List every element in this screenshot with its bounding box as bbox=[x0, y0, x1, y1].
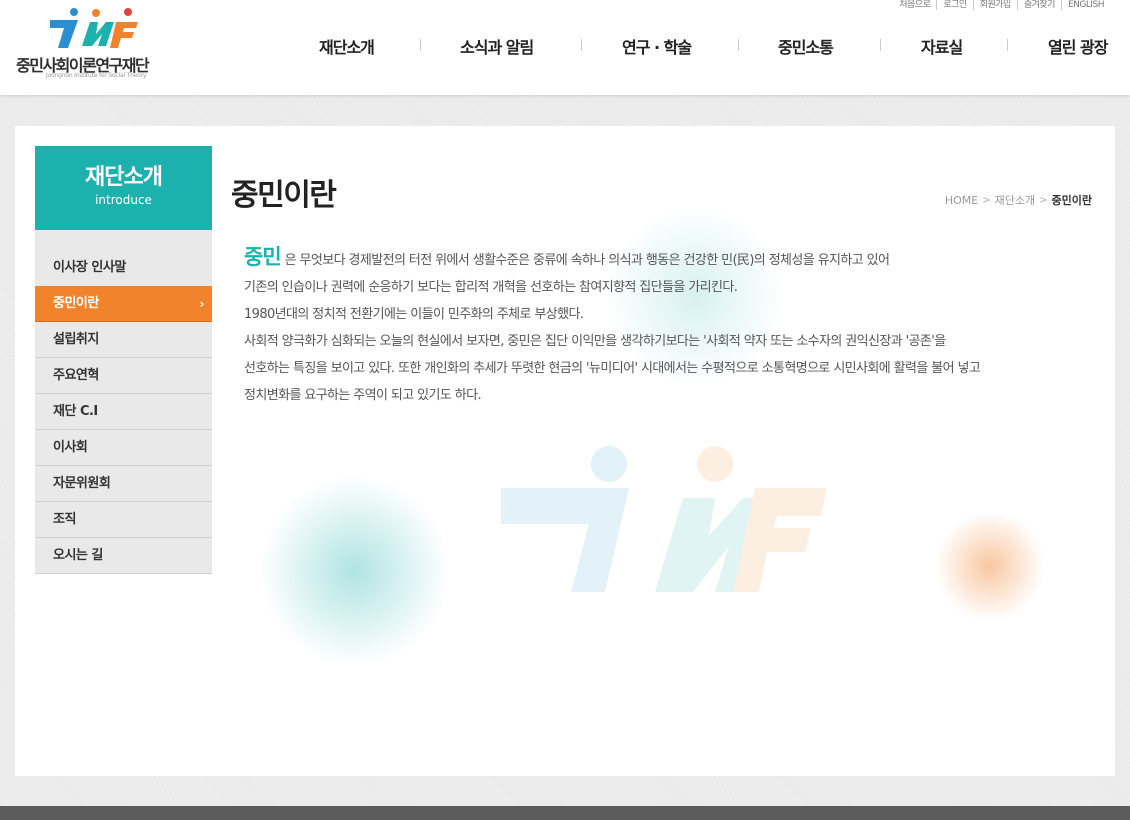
body-text: 중민 은 무엇보다 경제발전의 터전 위에서 생활수준은 중류에 속하나 의식과 … bbox=[244, 244, 1044, 409]
side-nav-title: 재단소개 bbox=[85, 165, 163, 190]
logo-subtitle: Joongmin Institute for Social Theory bbox=[46, 72, 147, 79]
nav-divider bbox=[420, 39, 421, 51]
footer-bar bbox=[0, 806, 1130, 820]
nav-item-news[interactable]: 소식과 알림 bbox=[460, 34, 534, 58]
nav-item-archive[interactable]: 자료실 bbox=[921, 34, 963, 58]
util-login-link[interactable]: 로그인 bbox=[936, 0, 972, 10]
side-nav-header: 재단소개 introduce bbox=[35, 146, 212, 230]
side-nav-item-joongmin[interactable]: 중민이란 › bbox=[35, 286, 212, 322]
util-bookmark-link[interactable]: 즐겨찾기 bbox=[1016, 0, 1061, 10]
utility-nav: 처음으로 로그인 회원가입 즐겨찾기 ENGLISH bbox=[893, 0, 1110, 10]
nav-item-research[interactable]: 연구 · 학술 bbox=[622, 34, 692, 58]
page-title: 중민이란 bbox=[231, 178, 337, 213]
body-line: 정치변화를 요구하는 주역이 되고 있기도 하다. bbox=[244, 388, 482, 403]
body-line-text: 은 무엇보다 경제발전의 터전 위에서 생활수준은 중류에 속하나 의식과 행동… bbox=[284, 253, 890, 268]
side-nav-item-history[interactable]: 주요연혁 bbox=[35, 358, 212, 394]
main-nav: 재단소개 소식과 알림 연구 · 학술 중민소통 자료실 열린 광장 bbox=[290, 34, 1130, 58]
side-nav-item-board[interactable]: 이사회 bbox=[35, 430, 212, 466]
body-line: 사회적 양극화가 심화되는 오늘의 현실에서 보자면, 중민은 집단 이익만을 … bbox=[244, 334, 946, 349]
nav-divider bbox=[738, 39, 739, 51]
side-nav-item-greeting[interactable]: 이사장 인사말 bbox=[35, 250, 212, 286]
side-nav-item-advisory[interactable]: 자문위원회 bbox=[35, 466, 212, 502]
util-join-link[interactable]: 회원가입 bbox=[972, 0, 1017, 10]
side-nav-item-directions[interactable]: 오시는 길 bbox=[35, 538, 212, 574]
nav-item-open-square[interactable]: 열린 광장 bbox=[1048, 34, 1108, 58]
breadcrumb: HOME > 재단소개 > 중민이란 bbox=[945, 192, 1092, 208]
chevron-right-icon: › bbox=[199, 297, 205, 311]
nav-divider bbox=[1007, 39, 1008, 51]
chevron-right-icon: > bbox=[1039, 194, 1048, 206]
nav-divider bbox=[581, 39, 582, 51]
body-line: 중민 은 무엇보다 경제발전의 터전 위에서 생활수준은 중류에 속하나 의식과 … bbox=[244, 244, 1044, 274]
chevron-right-icon: > bbox=[982, 194, 991, 206]
nav-divider bbox=[880, 39, 881, 51]
side-nav-item-ci[interactable]: 재단 C.I bbox=[35, 394, 212, 430]
breadcrumb-current: 중민이란 bbox=[1051, 194, 1092, 207]
side-nav-list: 이사장 인사말 중민이란 › 설립취지 주요연혁 재단 C.I 이사회 자문위원… bbox=[35, 230, 212, 574]
breadcrumb-home-link[interactable]: HOME bbox=[945, 194, 978, 207]
breadcrumb-section-link[interactable]: 재단소개 bbox=[995, 192, 1035, 208]
side-nav-subtitle: introduce bbox=[95, 193, 152, 207]
side-nav-item-label: 중민이란 bbox=[53, 296, 99, 311]
body-line: 기존의 인습이나 권력에 순응하기 보다는 합리적 개혁을 선호하는 참여지향적… bbox=[244, 280, 738, 295]
body-line: 1980년대의 정치적 전환기에는 이들이 민주화의 주체로 부상했다. bbox=[244, 307, 584, 322]
side-nav-item-organization[interactable]: 조직 bbox=[35, 502, 212, 538]
nav-item-communication[interactable]: 중민소통 bbox=[778, 34, 834, 58]
header: 중민사회이론연구재단 Joongmin Institute for Social… bbox=[0, 0, 1130, 95]
jmf-logo-icon bbox=[50, 8, 138, 48]
content-panel: 재단소개 introduce 이사장 인사말 중민이란 › 설립취지 주요연혁 … bbox=[15, 126, 1115, 776]
nav-item-foundation[interactable]: 재단소개 bbox=[319, 34, 375, 58]
body-line: 선호하는 특징을 보이고 있다. 또한 개인화의 추세가 뚜렷한 현금의 '뉴미… bbox=[244, 361, 981, 376]
util-english-link[interactable]: ENGLISH bbox=[1060, 0, 1110, 10]
util-home-link[interactable]: 처음으로 bbox=[893, 0, 936, 10]
site-logo[interactable]: 중민사회이론연구재단 Joongmin Institute for Social… bbox=[16, 6, 166, 82]
side-nav-item-purpose[interactable]: 설립취지 bbox=[35, 322, 212, 358]
side-nav: 재단소개 introduce 이사장 인사말 중민이란 › 설립취지 주요연혁 … bbox=[35, 146, 212, 574]
lead-word: 중민 bbox=[244, 245, 282, 269]
